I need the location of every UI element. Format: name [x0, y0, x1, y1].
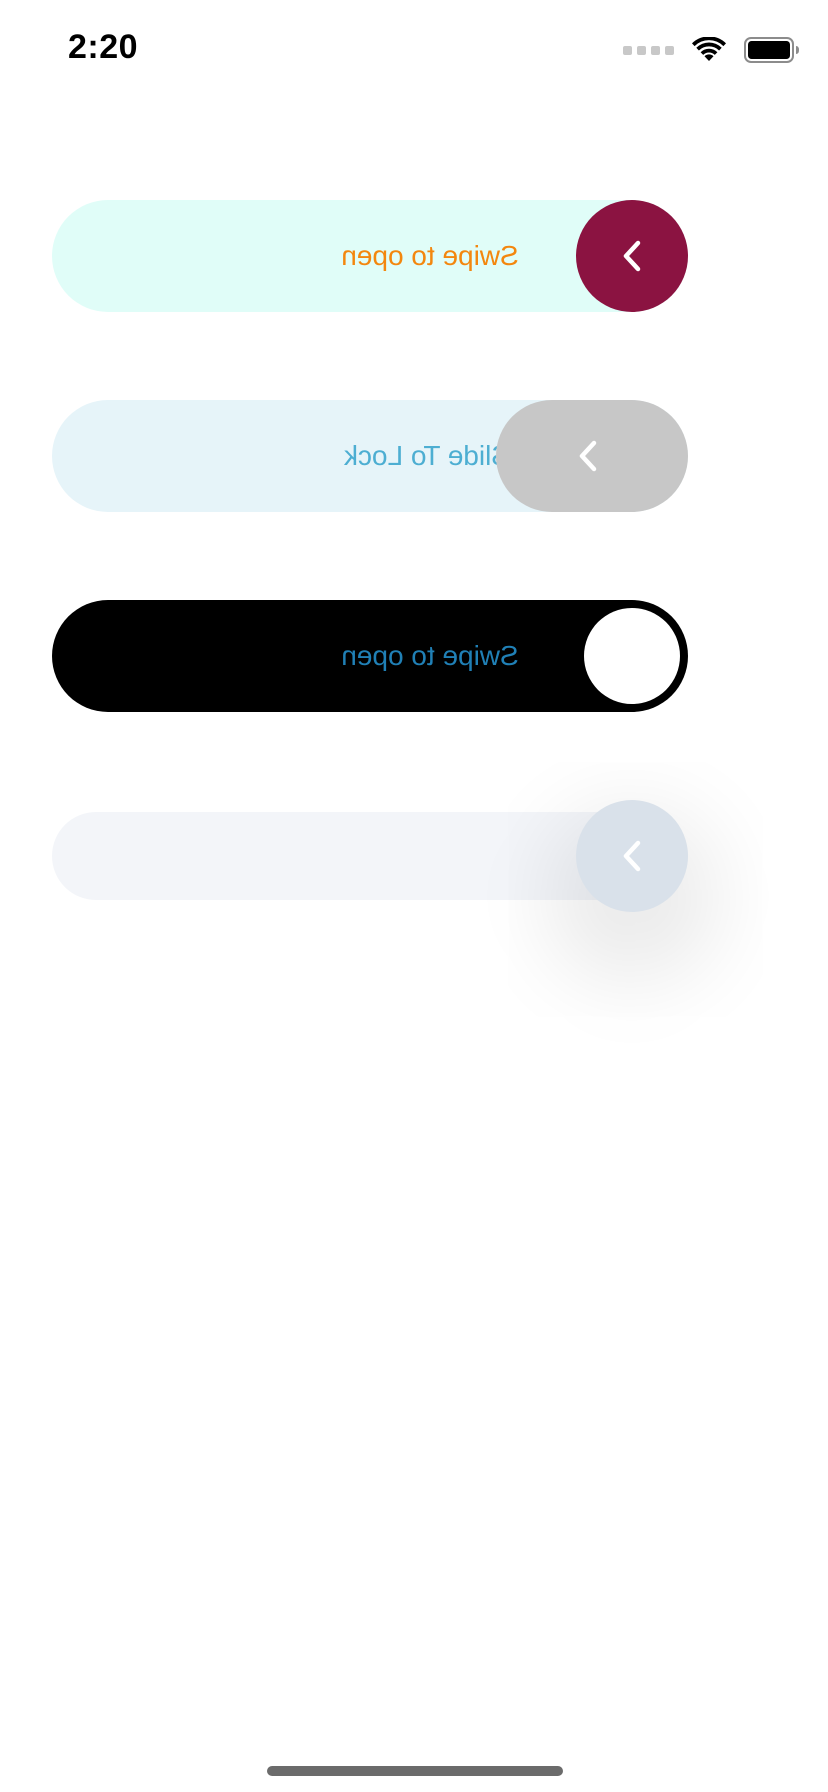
slider-label: Swipe to open — [341, 240, 519, 271]
slider-knob[interactable] — [496, 400, 688, 512]
battery-icon — [744, 37, 799, 63]
wifi-icon — [692, 37, 726, 61]
slider-knob[interactable] — [576, 800, 688, 912]
slider-label: Swipe to open — [341, 640, 519, 671]
swipe-to-open-slider[interactable]: Swipe to open — [52, 200, 688, 312]
chevron-left-icon — [623, 240, 641, 272]
slider-knob[interactable] — [584, 608, 680, 704]
slider-knob[interactable] — [576, 200, 688, 312]
dark-swipe-to-open-slider[interactable]: Swipe to open — [52, 600, 688, 712]
home-indicator[interactable] — [267, 1766, 563, 1776]
chevron-left-icon — [623, 840, 641, 872]
status-time: 2:20 — [68, 28, 139, 66]
chevron-left-icon — [579, 440, 597, 472]
status-icons — [623, 32, 800, 68]
slide-to-lock-slider[interactable]: Slide To Lock — [52, 400, 688, 512]
status-bar: 2:20 — [0, 0, 828, 100]
slider-label: Slide To Lock — [343, 440, 511, 471]
cellular-signal-icon — [623, 45, 674, 55]
